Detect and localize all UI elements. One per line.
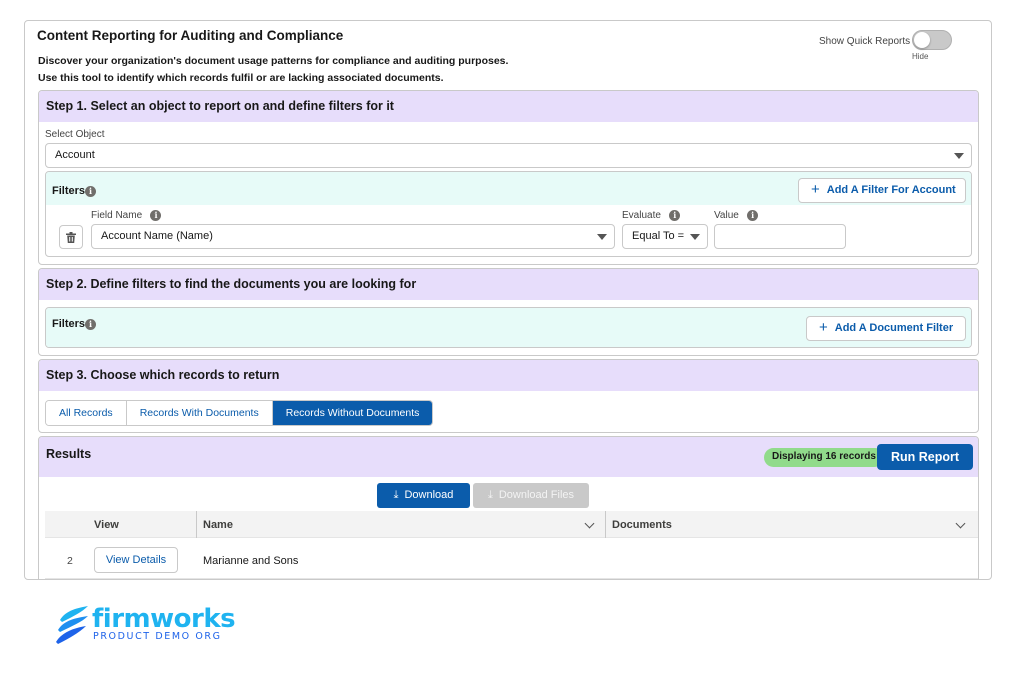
info-icon: i [85, 318, 97, 330]
field-name-dropdown[interactable]: Account Name (Name) [91, 224, 615, 249]
object-filters-box: Filters i + Add A Filter For Account Field… [45, 171, 972, 257]
record-filter-tabs: All Records Records With Documents Recor… [45, 400, 434, 426]
content-reporting-card: Content Reporting for Auditing and Compl… [24, 20, 992, 580]
select-object-dropdown[interactable]: Account [45, 143, 972, 168]
step2-title: Step 2. Define filters to find the docum… [39, 269, 978, 300]
results-table-header: View Name Documents [45, 511, 978, 538]
logo-wordmark: firmworks [92, 604, 236, 634]
column-header-view: View [94, 519, 119, 531]
download-icon: ⤓ [393, 489, 399, 501]
filters-title: Filters i [52, 318, 97, 330]
filter-value-input[interactable] [714, 224, 846, 249]
quick-reports-state: Hide [912, 52, 929, 61]
column-divider [605, 511, 606, 538]
info-icon: i [669, 210, 681, 221]
tab-all-records[interactable]: All Records [46, 401, 127, 425]
run-report-button[interactable]: Run Report [877, 444, 973, 470]
table-row: 2 View Details Marianne and Sons [45, 543, 978, 579]
evaluate-label: Evaluate i [622, 210, 681, 222]
value-label-text: Value [714, 210, 739, 222]
select-object-label: Select Object [45, 129, 105, 140]
chevron-down-icon[interactable] [584, 518, 595, 529]
chevron-down-icon [597, 234, 607, 240]
document-filters-header: Filters i + Add A Document Filter [46, 308, 971, 347]
field-name-label-text: Field Name [91, 210, 143, 222]
value-label: Value i [714, 210, 759, 222]
tab-records-without-documents[interactable]: Records Without Documents [272, 401, 433, 425]
info-icon: i [747, 210, 759, 221]
step1-title: Step 1. Select an object to report on an… [39, 91, 978, 122]
download-files-button[interactable]: ⤓ Download Files [473, 483, 589, 508]
logo-subtitle: PRODUCT DEMO ORG [93, 631, 222, 642]
field-name-label: Field Name i [91, 210, 162, 222]
toggle-knob [914, 32, 930, 48]
quick-reports-toggle[interactable] [912, 30, 952, 50]
step1-section: Step 1. Select an object to report on an… [38, 90, 979, 265]
filters-title: Filters i [52, 185, 97, 197]
quick-reports-label: Show Quick Reports [819, 36, 911, 47]
results-section: Results Displaying 16 records Run Report… [38, 436, 979, 579]
chevron-down-icon [954, 153, 964, 159]
download-label: Download [404, 489, 454, 501]
add-document-filter-label: Add A Document Filter [834, 322, 954, 334]
object-filters-header: Filters i + Add A Filter For Account [46, 172, 971, 205]
plus-icon: + [819, 319, 828, 336]
delete-filter-button[interactable] [59, 225, 83, 249]
record-count-badge: Displaying 16 records [764, 448, 884, 467]
filters-label: Filters [52, 318, 86, 330]
view-details-button[interactable]: View Details [94, 547, 178, 573]
add-account-filter-label: Add A Filter For Account [826, 184, 956, 196]
step2-section: Step 2. Define filters to find the docum… [38, 268, 979, 356]
page-description: Discover your organization's document us… [38, 53, 508, 87]
add-account-filter-button[interactable]: + Add A Filter For Account [798, 178, 966, 203]
logo-mark-icon [56, 606, 88, 644]
download-icon: ⤓ [487, 489, 493, 501]
page-title: Content Reporting for Auditing and Compl… [37, 28, 344, 43]
chevron-down-icon [690, 234, 700, 240]
column-divider [196, 511, 197, 538]
step3-title: Step 3. Choose which records to return [39, 360, 978, 391]
evaluate-label-text: Evaluate [622, 210, 661, 222]
column-header-name[interactable]: Name [203, 519, 233, 531]
download-button[interactable]: ⤓ Download [377, 483, 470, 508]
row-number: 2 [67, 555, 73, 567]
results-header: Results Displaying 16 records Run Report [39, 437, 978, 477]
info-icon: i [150, 210, 162, 221]
description-line-1: Discover your organization's document us… [38, 55, 509, 67]
field-name-value: Account Name (Name) [101, 230, 213, 242]
step3-section: Step 3. Choose which records to return A… [38, 359, 979, 433]
firmworks-logo: firmworks PRODUCT DEMO ORG [56, 604, 246, 650]
add-document-filter-button[interactable]: + Add A Document Filter [806, 316, 966, 341]
evaluate-value: Equal To = [632, 230, 685, 242]
evaluate-dropdown[interactable]: Equal To = [622, 224, 708, 249]
document-filters-box: Filters i + Add A Document Filter [45, 307, 972, 348]
description-line-2: Use this tool to identify which records … [38, 72, 444, 84]
select-object-value: Account [55, 149, 95, 161]
tab-records-with-documents[interactable]: Records With Documents [126, 401, 273, 425]
download-files-label: Download Files [498, 489, 575, 501]
column-header-documents[interactable]: Documents [612, 519, 672, 531]
results-title: Results [46, 447, 92, 461]
info-icon: i [85, 185, 97, 197]
chevron-down-icon[interactable] [955, 518, 966, 529]
filters-label: Filters [52, 185, 86, 197]
trash-icon [66, 232, 76, 243]
plus-icon: + [811, 181, 820, 198]
row-name: Marianne and Sons [203, 555, 299, 567]
